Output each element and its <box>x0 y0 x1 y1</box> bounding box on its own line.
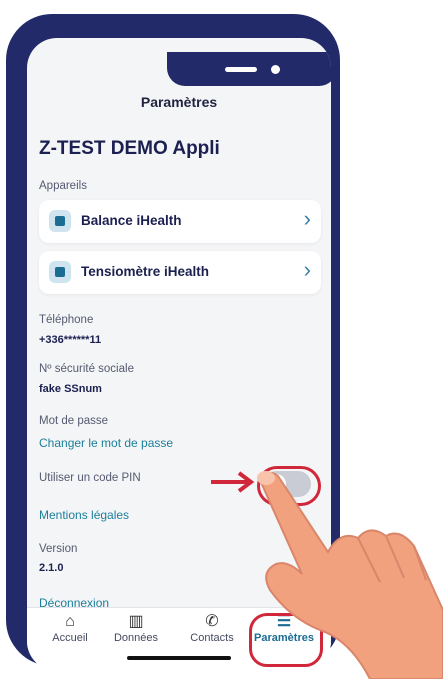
version-label: Version <box>39 543 78 555</box>
tab-accueil[interactable]: ⌂ Accueil <box>39 612 101 644</box>
ssn-value: fake SSnum <box>39 383 102 395</box>
phone-value: +336******11 <box>39 334 102 346</box>
legal-link[interactable]: Mentions légales <box>39 508 129 522</box>
device-label: Tensiomètre iHealth <box>81 264 210 279</box>
page-title: Paramètres <box>140 94 218 110</box>
scale-icon <box>49 210 71 232</box>
phone-notch <box>167 52 331 86</box>
app-name: Z-TEST DEMO Appli <box>39 138 220 159</box>
chevron-right-icon: › <box>303 206 311 231</box>
devices-label: Appareils <box>39 180 87 192</box>
tab-label: Accueil <box>52 632 88 644</box>
tab-label: Données <box>113 632 159 644</box>
device-card-tensiometre[interactable]: Tensiomètre iHealth › <box>39 251 321 294</box>
blood-pressure-icon <box>49 261 71 283</box>
version-value: 2.1.0 <box>39 562 64 574</box>
device-label: Balance iHealth <box>81 213 182 228</box>
change-password-link[interactable]: Changer le mot de passe <box>39 436 173 450</box>
pin-label: Utiliser un code PIN <box>39 472 141 484</box>
pointing-hand-icon <box>257 471 443 679</box>
tab-donnees[interactable]: ▥ Données <box>105 612 167 644</box>
password-label: Mot de passe <box>39 415 109 427</box>
ssn-label: Nº sécurité sociale <box>39 363 134 375</box>
device-card-balance[interactable]: Balance iHealth › <box>39 200 321 243</box>
home-indicator <box>127 656 231 660</box>
home-icon: ⌂ <box>65 613 75 630</box>
chart-icon: ▥ <box>128 613 144 630</box>
chevron-right-icon: › <box>303 257 311 282</box>
phone-label: Téléphone <box>39 314 94 326</box>
